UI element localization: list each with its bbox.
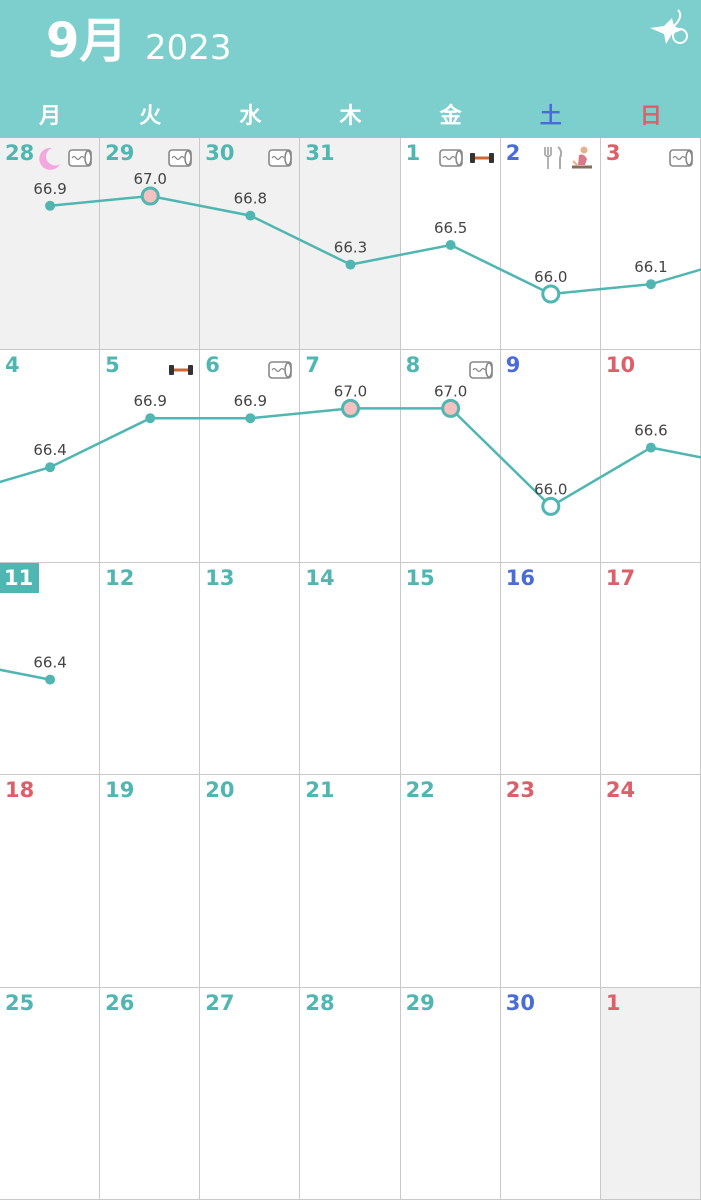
weight-point-low [541, 496, 561, 516]
weight-point-high [140, 186, 160, 206]
weight-label: 66.9 [134, 392, 167, 410]
weight-point [45, 200, 56, 211]
weight-point [445, 240, 456, 250]
weight-chart: 66.9 67.0 66.8 66.3 66.5 66.0 66.1 66.4 66.9 66.9… [0, 170, 701, 685]
weight-label: 66.0 [534, 480, 567, 498]
weight-point [645, 442, 656, 453]
weight-point-low [541, 284, 561, 304]
weight-point [145, 413, 156, 424]
weight-label: 66.0 [534, 268, 567, 286]
weight-label: 66.3 [334, 239, 367, 257]
weight-label: 66.8 [234, 190, 267, 208]
weight-label: 67.0 [134, 170, 167, 188]
weight-label: 66.9 [234, 392, 267, 410]
weight-label: 66.4 [33, 654, 66, 672]
weight-line [49, 194, 701, 296]
weight-label: 67.0 [334, 382, 367, 400]
weight-point [645, 279, 656, 290]
weight-label: 66.1 [634, 258, 667, 276]
weight-label: 66.5 [434, 219, 467, 237]
weight-point [245, 210, 256, 221]
weight-point [345, 259, 356, 270]
weight-point [245, 413, 256, 424]
weight-line [0, 407, 701, 508]
weight-label: 67.0 [434, 382, 467, 400]
weight-label: 66.4 [33, 441, 66, 459]
weight-point-high [341, 398, 360, 418]
weight-label: 66.6 [634, 422, 667, 440]
weight-point-high [441, 398, 461, 418]
weight-point [45, 462, 56, 473]
weight-label: 66.9 [33, 180, 66, 198]
weight-point [45, 674, 56, 685]
